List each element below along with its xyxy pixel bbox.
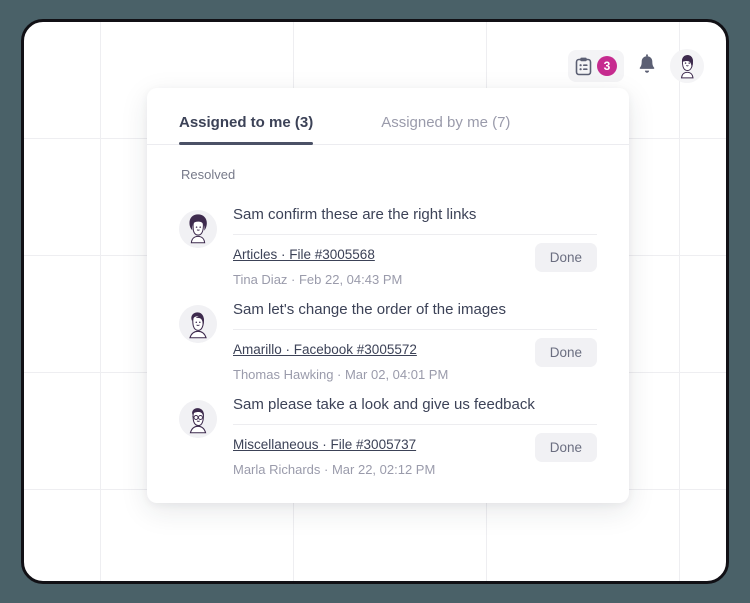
task-source-link[interactable]: Miscellaneous · File #3005737 [233,437,416,452]
bell-icon [637,54,657,78]
avatar[interactable] [670,49,704,83]
panel-tabs: Assigned to me (3) Assigned by me (7) [147,88,629,145]
avatar-glasses-icon [179,400,217,438]
browser-window: 3 Assigned to me (3) Assigned by me (7) … [21,19,729,584]
task-meta-text: Amarillo · Facebook #3005572 Thomas Hawk… [233,341,448,382]
done-button[interactable]: Done [534,243,597,272]
task-meta-text: Articles · File #3005568 Tina Diaz · Feb… [233,246,402,287]
task-row: Sam please take a look and give us feedb… [179,382,597,477]
task-source-link[interactable]: Articles · File #3005568 [233,247,375,262]
panel-body: Resolved Sam confirm these are the right… [147,145,629,503]
task-meta-row: Miscellaneous · File #3005737 Marla Rich… [233,425,597,477]
header-actions: 3 [568,49,704,83]
done-button[interactable]: Done [534,338,597,367]
task-meta-row: Amarillo · Facebook #3005572 Thomas Hawk… [233,330,597,382]
avatar-afro-icon [179,210,217,248]
task-author: Marla Richards · Mar 22, 02:12 PM [233,462,436,477]
task-row: Sam confirm these are the right links Ar… [179,192,597,287]
task-row: Sam let's change the order of the images… [179,287,597,382]
task-title: Sam let's change the order of the images [233,301,597,330]
tab-assigned-to-me[interactable]: Assigned to me (3) [179,88,314,145]
task-title: Sam please take a look and give us feedb… [233,396,597,425]
done-button[interactable]: Done [534,433,597,462]
tasks-button[interactable]: 3 [568,50,624,82]
task-source-link[interactable]: Amarillo · Facebook #3005572 [233,342,417,357]
task-meta-text: Miscellaneous · File #3005737 Marla Rich… [233,436,435,477]
tab-assigned-by-me[interactable]: Assigned by me (7) [381,88,510,144]
task-author: Thomas Hawking · Mar 02, 04:01 PM [233,367,449,382]
task-content: Sam let's change the order of the images… [233,301,597,382]
avatar-swept-icon [179,305,217,343]
task-meta-row: Articles · File #3005568 Tina Diaz · Feb… [233,235,597,287]
clipboard-icon [575,57,592,76]
section-label-resolved: Resolved [181,167,236,182]
notifications-button[interactable] [635,52,659,80]
tasks-badge-count: 3 [597,56,617,76]
task-title: Sam confirm these are the right links [233,206,597,235]
task-author: Tina Diaz · Feb 22, 04:43 PM [233,272,403,287]
task-content: Sam confirm these are the right links Ar… [233,206,597,287]
task-content: Sam please take a look and give us feedb… [233,396,597,477]
tasks-panel: Assigned to me (3) Assigned by me (7) Re… [147,88,629,503]
